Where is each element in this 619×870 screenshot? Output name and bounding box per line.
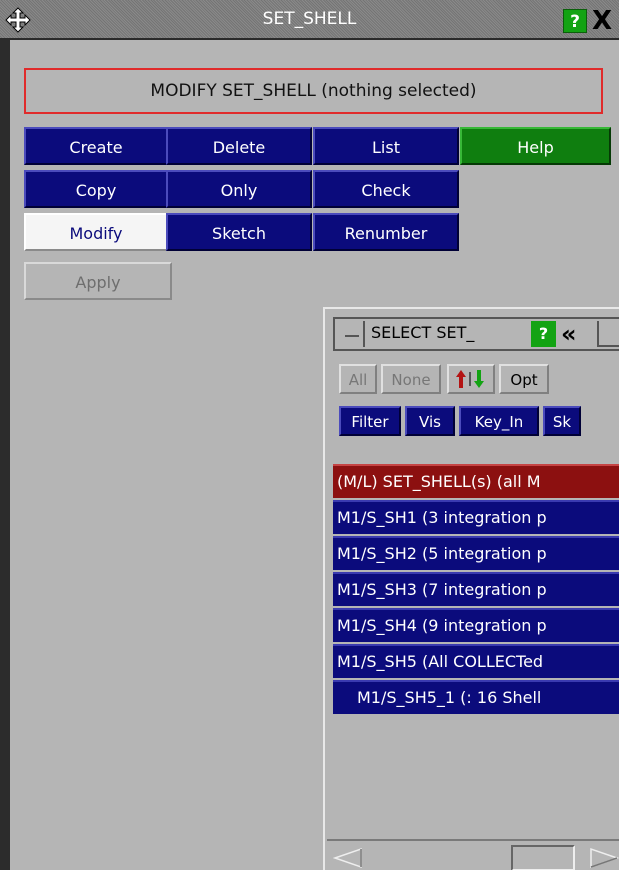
list-item[interactable]: M1/S_SH2 (5 integration p xyxy=(333,536,619,570)
list-item[interactable]: M1/S_SH1 (3 integration p xyxy=(333,500,619,534)
set-shell-window: SET_SHELL ? X MODIFY SET_SHELL (nothing … xyxy=(0,0,619,870)
copy-button[interactable]: Copy xyxy=(24,170,168,208)
sketch-button[interactable]: Sketch xyxy=(166,213,312,251)
sketch-select-button[interactable]: Sk xyxy=(543,406,581,436)
close-icon[interactable]: X xyxy=(592,7,619,35)
list-item[interactable]: M1/S_SH3 (7 integration p xyxy=(333,572,619,606)
list-button[interactable]: List xyxy=(313,127,459,165)
scrollbar-thumb[interactable] xyxy=(511,845,575,870)
help-icon[interactable]: ? xyxy=(563,9,587,33)
filter-button[interactable]: Filter xyxy=(339,406,401,436)
check-button[interactable]: Check xyxy=(313,170,459,208)
set-list: (M/L) SET_SHELL(s) (all M M1/S_SH1 (3 in… xyxy=(333,464,619,849)
mode-banner: MODIFY SET_SHELL (nothing selected) xyxy=(24,68,603,114)
list-item-all[interactable]: (M/L) SET_SHELL(s) (all M xyxy=(333,464,619,498)
double-chevron-left-icon[interactable]: « xyxy=(561,319,577,349)
create-button[interactable]: Create xyxy=(24,127,168,165)
sort-arrows-icon xyxy=(456,370,484,388)
vis-button[interactable]: Vis xyxy=(405,406,455,436)
modify-button[interactable]: Modify xyxy=(24,213,168,251)
window-title: SET_SHELL xyxy=(262,9,357,29)
collapse-icon[interactable] xyxy=(339,321,365,347)
only-button[interactable]: Only xyxy=(166,170,312,208)
scroll-right-icon[interactable] xyxy=(589,847,619,869)
help-button[interactable]: Help xyxy=(460,127,611,165)
scroll-left-icon[interactable] xyxy=(333,847,363,869)
title-bar[interactable]: SET_SHELL ? X xyxy=(0,0,619,40)
select-all-button[interactable]: All xyxy=(339,364,377,394)
list-item[interactable]: M1/S_SH5 (All COLLECTed xyxy=(333,644,619,678)
help-icon[interactable]: ? xyxy=(531,321,556,347)
select-panel-title: SELECT SET_ xyxy=(371,323,475,342)
minimize-icon[interactable] xyxy=(597,321,619,347)
list-item-child[interactable]: M1/S_SH5_1 (: 16 Shell xyxy=(333,680,619,714)
horizontal-scrollbar[interactable] xyxy=(327,839,619,870)
list-item[interactable]: M1/S_SH4 (9 integration p xyxy=(333,608,619,642)
sort-toggle-button[interactable] xyxy=(447,364,495,394)
select-panel-title-bar[interactable]: SELECT SET_ ? « xyxy=(333,317,619,351)
renumber-button[interactable]: Renumber xyxy=(313,213,459,251)
key-in-button[interactable]: Key_In xyxy=(459,406,539,436)
select-none-button[interactable]: None xyxy=(381,364,441,394)
options-button[interactable]: Opt xyxy=(499,364,549,394)
delete-button[interactable]: Delete xyxy=(166,127,312,165)
select-panel: SELECT SET_ ? « All None Opt Filter Vis … xyxy=(323,307,619,870)
window-frame-left xyxy=(0,40,10,870)
apply-button[interactable]: Apply xyxy=(24,262,172,300)
